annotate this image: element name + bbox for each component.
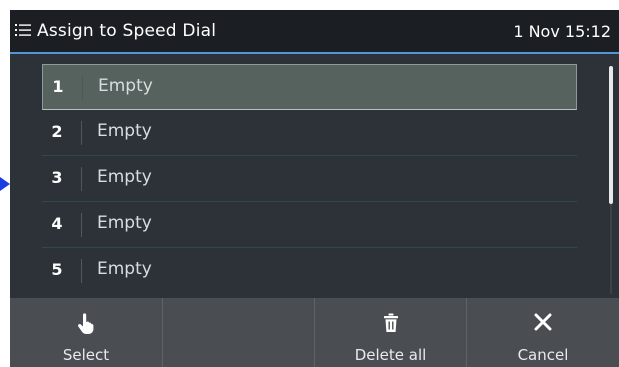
clock: 1 Nov 15:12 [513, 22, 611, 41]
page-title: Assign to Speed Dial [37, 21, 217, 41]
list-item[interactable]: 1 Empty [42, 64, 577, 110]
list-item[interactable]: 4 Empty [42, 202, 577, 248]
divider [81, 259, 82, 283]
slot-number: 3 [51, 168, 63, 187]
slot-number: 4 [51, 214, 63, 233]
menu-icon[interactable] [15, 21, 31, 39]
delete-all-label: Delete all [354, 346, 427, 364]
title-bar: Assign to Speed Dial 1 Nov 15:12 [10, 10, 619, 54]
scrollbar-thumb[interactable] [609, 66, 613, 204]
scrollbar[interactable] [608, 66, 614, 294]
pointer-marker-icon [0, 176, 10, 191]
delete-all-softkey[interactable]: Delete all [315, 298, 467, 367]
slot-number: 1 [52, 77, 64, 96]
hand-pointer-icon [77, 313, 95, 339]
slot-number: 5 [51, 260, 63, 279]
slot-number: 2 [51, 122, 63, 141]
list-item[interactable]: 2 Empty [42, 110, 577, 156]
divider [81, 167, 82, 191]
softkey-bar: Select Delete all Cancel [10, 298, 619, 367]
divider [81, 213, 82, 237]
close-icon [534, 313, 552, 335]
list-item[interactable]: 3 Empty [42, 156, 577, 202]
phone-screen: Assign to Speed Dial 1 Nov 15:12 1 Empty… [10, 10, 619, 367]
speed-dial-list: 1 Empty 2 Empty 3 Empty 4 Empty 5 Empty [42, 64, 577, 294]
trash-icon [383, 313, 399, 337]
select-softkey[interactable]: Select [10, 298, 163, 367]
cancel-label: Cancel [517, 346, 569, 364]
list-item[interactable]: 5 Empty [42, 248, 577, 294]
divider [81, 121, 82, 145]
divider [82, 76, 83, 100]
slot-label: Empty [97, 121, 152, 141]
cancel-softkey[interactable]: Cancel [467, 298, 619, 367]
slot-label: Empty [97, 213, 152, 233]
blank-softkey[interactable] [163, 298, 315, 367]
slot-label: Empty [98, 76, 153, 96]
slot-label: Empty [97, 259, 152, 279]
select-label: Select [62, 346, 110, 364]
slot-label: Empty [97, 167, 152, 187]
